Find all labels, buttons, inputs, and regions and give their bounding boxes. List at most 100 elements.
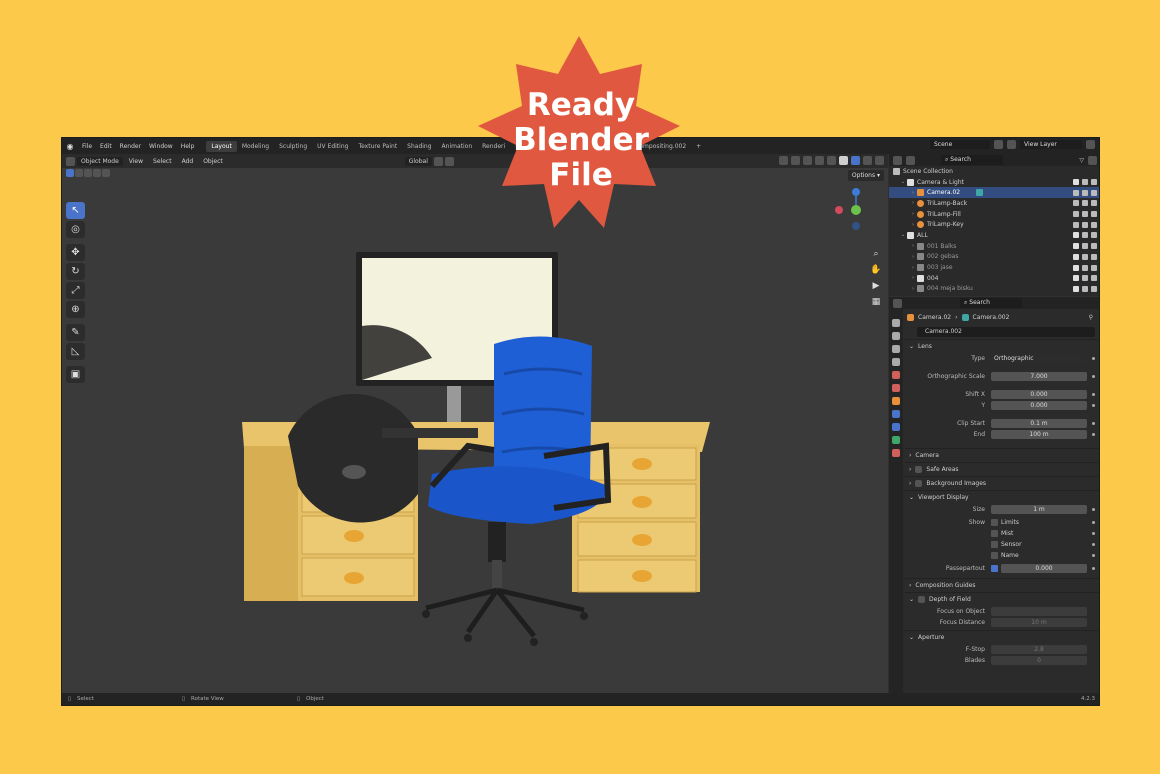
camera-render-icon[interactable]: [1091, 285, 1097, 292]
sensor-checkbox[interactable]: [991, 541, 998, 548]
shift-y-field[interactable]: 0.000: [991, 401, 1087, 410]
object-tab-icon[interactable]: [892, 397, 900, 405]
camera-render-icon[interactable]: [1091, 179, 1097, 186]
tab-uv-editing[interactable]: UV Editing: [312, 141, 353, 152]
eye-icon[interactable]: [1082, 243, 1088, 250]
section-depth-of-field[interactable]: ⌄ Depth of Field: [905, 592, 1099, 606]
name-checkbox[interactable]: [991, 552, 998, 559]
expand-arrow-icon[interactable]: ›: [909, 286, 917, 292]
pin-icon[interactable]: [994, 140, 1003, 149]
camera-render-icon[interactable]: [1091, 211, 1097, 218]
outliner-row-lamp-key[interactable]: › TriLamp-Key: [889, 219, 1099, 230]
checkbox-icon[interactable]: [1073, 243, 1079, 250]
editor-type-icon[interactable]: [893, 298, 902, 308]
tab-sculpting[interactable]: Sculpting: [274, 141, 312, 152]
camera-data-name-field[interactable]: Camera.002: [917, 327, 1095, 337]
tab-animation[interactable]: Animation: [437, 141, 478, 152]
tab-shading[interactable]: Shading: [402, 141, 436, 152]
orientation-selector[interactable]: Global: [404, 156, 432, 166]
camera-view-icon[interactable]: ▶: [870, 281, 882, 291]
outliner-row-camera-light[interactable]: ⌄ Camera & Light: [889, 177, 1099, 188]
camera-render-icon[interactable]: [1091, 221, 1097, 228]
type-dropdown[interactable]: Orthographic: [991, 354, 1087, 363]
mode-selector[interactable]: Object Mode: [77, 156, 123, 166]
tab-modeling[interactable]: Modeling: [237, 141, 274, 152]
ortho-grid-icon[interactable]: ▦: [870, 297, 882, 307]
blender-logo-icon[interactable]: ◉: [62, 142, 78, 151]
select-invert-icon[interactable]: [93, 169, 101, 177]
fstop-field[interactable]: 2.8: [991, 645, 1087, 654]
eye-icon[interactable]: [1082, 264, 1088, 271]
camera-render-icon[interactable]: [1091, 200, 1097, 207]
checkbox-icon[interactable]: [915, 480, 923, 487]
physics-tab-icon[interactable]: [892, 423, 900, 431]
clip-end-field[interactable]: 100 m: [991, 430, 1087, 439]
select-arrow-icon[interactable]: [1073, 221, 1079, 228]
menu-add[interactable]: Add: [177, 156, 198, 166]
move-tool-icon[interactable]: ✥: [66, 244, 85, 261]
keyframe-dot-icon[interactable]: [1092, 532, 1095, 535]
navigation-gizmo[interactable]: [828, 184, 884, 246]
keyframe-dot-icon[interactable]: [1092, 404, 1095, 407]
menu-render[interactable]: Render: [116, 143, 145, 150]
camera-render-icon[interactable]: [1091, 253, 1097, 260]
outliner-row-001[interactable]: › 001 Balks: [889, 241, 1099, 252]
outliner-search-input[interactable]: ⌕ Search: [941, 155, 1003, 165]
rotate-tool-icon[interactable]: ↻: [66, 263, 85, 280]
expand-arrow-icon[interactable]: ›: [909, 275, 917, 281]
eye-icon[interactable]: [1082, 275, 1088, 282]
keyframe-dot-icon[interactable]: [1092, 357, 1095, 360]
checkbox-icon[interactable]: [1073, 285, 1079, 292]
clip-start-field[interactable]: 0.1 m: [991, 419, 1087, 428]
keyframe-dot-icon[interactable]: [1092, 554, 1095, 557]
texture-tab-icon[interactable]: [892, 449, 900, 457]
eye-icon[interactable]: [1082, 221, 1088, 228]
modifier-tab-icon[interactable]: [892, 410, 900, 418]
select-tool-icon[interactable]: ↖: [66, 202, 85, 219]
scale-tool-icon[interactable]: ⤢: [66, 282, 85, 299]
pin-icon[interactable]: ⚲: [1089, 314, 1099, 321]
view-layer-tab-icon[interactable]: [892, 358, 900, 366]
section-aperture[interactable]: ⌄ Aperture: [905, 630, 1099, 644]
menu-window[interactable]: Window: [145, 143, 177, 150]
section-background-images[interactable]: › Background Images: [905, 476, 1099, 490]
display-mode-icon[interactable]: [906, 155, 915, 165]
menu-help[interactable]: Help: [177, 143, 199, 150]
select-arrow-icon[interactable]: [1073, 211, 1079, 218]
zoom-icon[interactable]: ⌕: [870, 249, 882, 259]
scene-selector[interactable]: Scene: [930, 140, 990, 149]
pivot-icon[interactable]: [433, 156, 443, 166]
new-collection-icon[interactable]: [1088, 155, 1097, 165]
expand-arrow-icon[interactable]: ⌄: [899, 232, 907, 238]
eye-icon[interactable]: [1082, 200, 1088, 207]
section-viewport-display[interactable]: ⌄ Viewport Display: [905, 490, 1099, 504]
keyframe-dot-icon[interactable]: [1092, 508, 1095, 511]
camera-render-icon[interactable]: [1091, 232, 1097, 239]
camera-render-icon[interactable]: [1091, 275, 1097, 282]
keyframe-dot-icon[interactable]: [1092, 433, 1095, 436]
outliner-row-camera[interactable]: › Camera.02: [889, 187, 1099, 199]
select-extend-icon[interactable]: [75, 169, 83, 177]
expand-arrow-icon[interactable]: ›: [909, 265, 917, 271]
expand-arrow-icon[interactable]: ›: [909, 222, 917, 228]
gizmo-icon[interactable]: [791, 156, 800, 165]
camera-render-icon[interactable]: [1091, 243, 1097, 250]
focus-distance-field[interactable]: 10 m: [991, 618, 1087, 627]
mist-checkbox[interactable]: [991, 530, 998, 537]
outliner-row-002[interactable]: › 002 gebas: [889, 252, 1099, 263]
overlay-icon[interactable]: [803, 156, 812, 165]
shading-material-icon[interactable]: [851, 156, 860, 165]
output-tab-icon[interactable]: [892, 345, 900, 353]
section-safe-areas[interactable]: › Safe Areas: [905, 462, 1099, 476]
add-workspace-icon[interactable]: +: [691, 141, 706, 152]
camera-render-icon[interactable]: [1091, 189, 1097, 196]
properties-search-input[interactable]: ⌕ Search: [960, 298, 1022, 308]
options-button[interactable]: Options ▾: [847, 170, 884, 181]
3d-viewport[interactable]: Object Mode View Select Add Object Globa…: [62, 154, 888, 695]
section-composition-guides[interactable]: › Composition Guides: [905, 578, 1099, 592]
menu-object[interactable]: Object: [199, 156, 227, 166]
expand-arrow-icon[interactable]: ›: [909, 190, 917, 196]
keyframe-dot-icon[interactable]: [1092, 521, 1095, 524]
tab-layout[interactable]: Layout: [206, 140, 237, 152]
select-new-icon[interactable]: [66, 169, 74, 177]
